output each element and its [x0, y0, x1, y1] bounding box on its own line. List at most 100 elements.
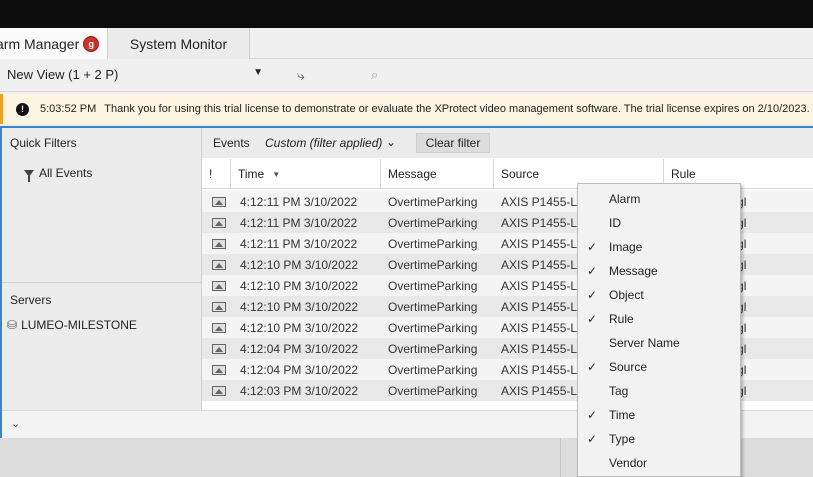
image-icon	[212, 380, 226, 401]
menu-item-label: Server Name	[609, 336, 680, 350]
image-icon	[212, 343, 226, 354]
checkmark-icon: ✓	[587, 432, 598, 446]
all-events-filter[interactable]: All Events	[24, 166, 92, 182]
view-selector[interactable]: New View (1 + 2 P) ▼	[7, 67, 265, 85]
dropdown-arrow-icon: ▼	[253, 67, 263, 78]
menu-item-vendor[interactable]: Vendor	[578, 451, 740, 475]
menu-item-tag[interactable]: Tag	[578, 379, 740, 403]
server-icon: ⛁	[7, 318, 18, 332]
image-icon	[212, 280, 226, 291]
menu-item-object[interactable]: ✓ Object	[578, 283, 740, 307]
server-item[interactable]: ⛁ LUMEO-MILESTONE	[7, 318, 137, 332]
row-time: 4:12:03 PM 3/10/2022	[240, 383, 359, 398]
column-header-message[interactable]: Message	[381, 159, 494, 189]
checkmark-icon: ✓	[587, 288, 598, 302]
events-filter-selector[interactable]: Custom (filter applied)	[265, 136, 382, 150]
row-message: OvertimeParking	[388, 299, 478, 314]
image-icon	[212, 364, 226, 375]
license-notice: ! 5:03:52 PM Thank you for using this tr…	[0, 94, 813, 124]
row-time: 4:12:11 PM 3/10/2022	[240, 215, 358, 230]
server-name: LUMEO-MILESTONE	[21, 318, 137, 332]
time-header-label: Time	[238, 167, 265, 181]
menu-item-image[interactable]: ✓ Image	[578, 235, 740, 259]
tab-system-monitor[interactable]: System Monitor	[108, 28, 250, 59]
chevron-down-icon[interactable]: ⌄	[386, 135, 396, 149]
row-source: AXIS P1455-LE	[501, 194, 586, 209]
row-message: OvertimeParking	[388, 320, 478, 335]
sort-descending-icon: ▼	[272, 169, 281, 179]
rule-header-label: Rule	[671, 167, 696, 181]
row-message: OvertimeParking	[388, 194, 478, 209]
menu-item-label: Alarm	[609, 192, 641, 206]
filter-funnel-icon	[24, 169, 34, 182]
tab-alarm-manager[interactable]: arm Manager g	[0, 28, 108, 59]
source-header-label: Source	[501, 167, 540, 181]
column-header-priority[interactable]: !	[202, 159, 231, 189]
snapshot-icon[interactable]: ⌕	[371, 67, 378, 83]
column-chooser-menu: Alarm ID ✓ Image ✓ Message ✓ Object ✓ Rule Server …	[577, 183, 741, 477]
tab-alarm-manager-label: arm Manager	[0, 35, 80, 52]
checkmark-icon: ✓	[587, 312, 598, 326]
menu-item-label: Source	[609, 360, 648, 374]
row-source: AXIS P1455-LE	[501, 236, 586, 251]
image-icon	[212, 359, 226, 380]
row-message: OvertimeParking	[388, 257, 478, 272]
events-toolbar: Events Custom (filter applied) ⌄ Clear f…	[202, 128, 813, 158]
row-source: AXIS P1455-LE	[501, 383, 586, 398]
row-message: OvertimeParking	[388, 278, 478, 293]
view-toolbar: New View (1 + 2 P) ▼ ⤷ ⌕	[0, 60, 813, 92]
row-message: OvertimeParking	[388, 236, 478, 251]
row-message: OvertimeParking	[388, 362, 478, 377]
menu-item-label: Image	[609, 240, 643, 254]
menu-item-label: ID	[609, 216, 621, 230]
row-time: 4:12:10 PM 3/10/2022	[240, 257, 359, 272]
image-icon	[212, 254, 226, 275]
events-label: Events	[213, 136, 250, 150]
image-icon	[212, 301, 226, 312]
notice-time: 5:03:52 PM	[40, 103, 97, 115]
row-message: OvertimeParking	[388, 215, 478, 230]
checkmark-icon: ✓	[587, 264, 598, 278]
menu-item-label: Type	[609, 432, 636, 446]
image-icon	[212, 259, 226, 270]
menu-item-id[interactable]: ID	[578, 211, 740, 235]
image-icon	[212, 196, 226, 207]
row-message: OvertimeParking	[388, 383, 478, 398]
menu-item-label: Time	[609, 408, 636, 422]
tab-bar: arm Manager g System Monitor	[0, 28, 813, 59]
title-bar	[0, 0, 813, 28]
row-time: 4:12:10 PM 3/10/2022	[240, 299, 359, 314]
servers-title: Servers	[10, 293, 52, 307]
alarm-badge-icon: g	[83, 35, 100, 52]
warning-icon: !	[16, 102, 29, 116]
clear-filter-button[interactable]: Clear filter	[416, 133, 490, 153]
tab-system-monitor-label: System Monitor	[129, 35, 228, 52]
column-header-time[interactable]: Time ▼	[231, 159, 381, 189]
menu-item-rule[interactable]: ✓ Rule	[578, 307, 740, 331]
menu-item-message[interactable]: ✓ Message	[578, 259, 740, 283]
menu-item-label: Message	[609, 264, 658, 278]
menu-item-time[interactable]: ✓ Time	[578, 403, 740, 427]
row-source: AXIS P1455-LE	[501, 257, 586, 272]
menu-item-source[interactable]: ✓ Source	[578, 355, 740, 379]
view-selector-value: New View (1 + 2 P)	[7, 67, 119, 82]
image-icon	[212, 238, 226, 249]
row-time: 4:12:10 PM 3/10/2022	[240, 278, 359, 293]
menu-item-alarm[interactable]: Alarm	[578, 187, 740, 211]
row-source: AXIS P1455-LE	[501, 320, 586, 335]
menu-item-server-name[interactable]: Server Name	[578, 331, 740, 355]
menu-item-type[interactable]: ✓ Type	[578, 427, 740, 451]
chevron-down-icon[interactable]: ⌄	[11, 417, 20, 430]
sync-arrows-icon[interactable]: ⤷	[297, 67, 305, 84]
image-icon	[212, 217, 226, 228]
row-source: AXIS P1455-LE	[501, 278, 586, 293]
quick-filters-title: Quick Filters	[10, 136, 77, 150]
menu-item-label: Tag	[609, 384, 629, 398]
notice-text: Thank you for using this trial license t…	[104, 103, 813, 115]
row-time: 4:12:04 PM 3/10/2022	[240, 362, 359, 377]
divider	[2, 282, 201, 283]
checkmark-icon: ✓	[587, 360, 598, 374]
divider	[560, 438, 561, 477]
image-icon	[212, 233, 226, 254]
menu-item-label: Object	[609, 288, 644, 302]
